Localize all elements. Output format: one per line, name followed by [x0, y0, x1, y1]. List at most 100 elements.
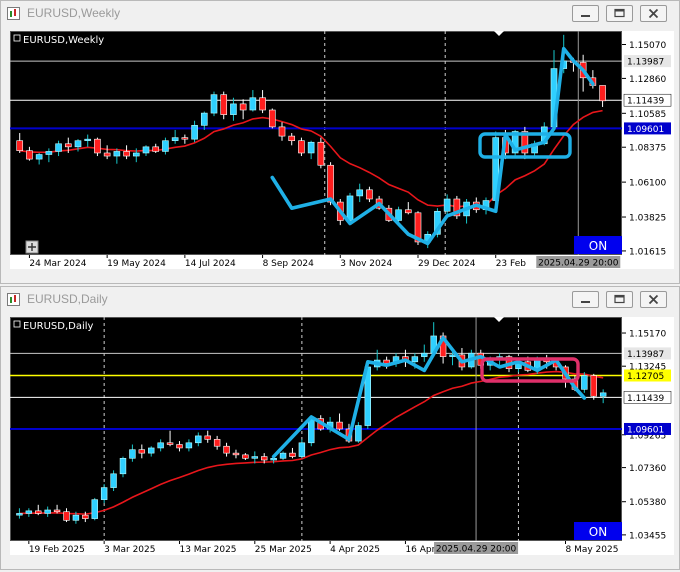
- time-tick-label: 25 Mar 2025: [255, 545, 312, 555]
- time-tick-label: 24 Mar 2024: [29, 259, 86, 269]
- daily-candlestick-chart[interactable]: EURUSD,DailyON1.151701.132451.092651.073…: [4, 314, 676, 558]
- candle-body: [223, 445, 230, 454]
- candle-body: [251, 456, 259, 459]
- candle-body: [45, 151, 53, 155]
- candle-body: [270, 457, 277, 461]
- candle-body: [213, 439, 221, 447]
- candle-body: [242, 454, 249, 459]
- level-price-label: 1.13987: [627, 350, 664, 360]
- candle-body: [166, 442, 174, 445]
- candle-body: [239, 103, 247, 111]
- candle-body: [132, 152, 140, 157]
- candle-body: [181, 137, 189, 140]
- candle-body: [191, 125, 198, 140]
- close-icon: [648, 294, 659, 305]
- time-tick-label: 8 May 2025: [566, 545, 619, 555]
- candle-body: [278, 126, 286, 137]
- window-title-bar[interactable]: EURUSD,Weekly: [1, 1, 679, 27]
- candle-body: [55, 143, 62, 152]
- maximize-button[interactable]: [606, 5, 633, 22]
- candle-body: [100, 487, 108, 500]
- candle-body: [176, 444, 183, 449]
- candle-body: [260, 456, 268, 461]
- candle-body: [317, 141, 325, 166]
- chart-app-icon: [7, 7, 20, 20]
- candle-body: [230, 103, 237, 115]
- close-icon: [648, 8, 659, 19]
- candle-body: [148, 447, 155, 454]
- candle-body: [411, 356, 419, 363]
- price-tick-label: 1.12860: [629, 75, 666, 85]
- candle-body: [220, 94, 228, 115]
- minimize-icon: [581, 15, 590, 17]
- price-tick-label: 1.06100: [629, 179, 666, 189]
- candle-body: [94, 138, 101, 154]
- price-tick-label: 1.07360: [629, 464, 666, 474]
- time-tick-label: 4 Apr 2025: [330, 545, 380, 555]
- candle-body: [308, 418, 315, 444]
- candle-body: [307, 141, 315, 154]
- on-button-label: ON: [589, 239, 607, 253]
- candle-body: [63, 511, 70, 521]
- time-tick-label: 3 Mar 2025: [104, 545, 155, 555]
- candle-body: [210, 94, 218, 114]
- candle-body: [171, 137, 179, 141]
- minimize-button[interactable]: [572, 291, 599, 308]
- candle-body: [119, 457, 127, 475]
- price-tick-label: 1.15170: [629, 330, 666, 340]
- window-title: EURUSD,Daily: [27, 292, 108, 306]
- candle-body: [204, 435, 211, 440]
- candle-body: [138, 449, 146, 454]
- candle-body: [346, 195, 354, 221]
- weekly-candlestick-chart[interactable]: EURUSD,Weekly ON 1.15070 1.12860 1.10585 1.08…: [4, 28, 676, 272]
- minimize-button[interactable]: [572, 5, 599, 22]
- candle-body: [185, 442, 193, 449]
- crosshair-time-label: 2025.04.29 20:00: [538, 259, 619, 269]
- candle-body: [366, 189, 373, 200]
- candle-body: [72, 514, 80, 521]
- time-tick-label: 8 Sep 2024: [263, 259, 315, 269]
- candle-body: [103, 152, 111, 157]
- candle-body: [157, 442, 164, 449]
- time-tick-label: 19 May 2024: [107, 259, 166, 269]
- window-title-bar[interactable]: EURUSD,Daily: [1, 287, 679, 313]
- candle-body: [249, 97, 257, 111]
- chart-symbol-label: EURUSD,Daily: [23, 321, 94, 332]
- candle-body: [599, 392, 607, 397]
- candle-body: [91, 499, 98, 519]
- close-button[interactable]: [640, 291, 667, 308]
- weekly-chart-window[interactable]: EURUSD,Weekly EURUSD,Weekly ON 1.15070 1.12…: [0, 0, 680, 284]
- candle-body: [355, 425, 362, 442]
- candle-body: [298, 442, 306, 457]
- candle-body: [599, 85, 606, 102]
- price-tick-label: 1.03825: [629, 214, 666, 224]
- plot-background: [10, 31, 622, 255]
- chart-app-icon: [7, 293, 20, 306]
- candle-body: [162, 140, 169, 152]
- time-tick-label: 3 Nov 2024: [340, 259, 392, 269]
- level-price-label: 1.11439: [627, 394, 664, 404]
- crosshair-time-label: 2025.04.29 20:00: [436, 545, 517, 555]
- candle-body: [16, 140, 24, 151]
- candle-body: [590, 375, 597, 397]
- daily-chart-window[interactable]: EURUSD,Daily EURUSD,Daily ON 1.15170 1.1324…: [0, 286, 680, 570]
- candle-body: [356, 189, 364, 197]
- candle-body: [129, 449, 136, 459]
- candle-body: [44, 509, 51, 514]
- level-price-label: 1.12705: [627, 372, 664, 382]
- candle-body: [113, 151, 121, 157]
- time-tick-label: 29 Dec 2024: [418, 259, 476, 269]
- candle-body: [64, 143, 72, 148]
- candle-body: [289, 452, 296, 457]
- candle-body: [74, 140, 82, 148]
- candle-body: [421, 352, 428, 357]
- price-tick-label: 1.01615: [629, 247, 666, 257]
- candle-body: [53, 509, 61, 513]
- candle-body: [25, 510, 33, 514]
- chart-symbol-label: EURUSD,Weekly: [23, 35, 104, 46]
- close-button[interactable]: [640, 5, 667, 22]
- restore-icon: [614, 8, 625, 18]
- candle-body: [123, 151, 130, 157]
- maximize-button[interactable]: [606, 291, 633, 308]
- candle-body: [327, 164, 334, 203]
